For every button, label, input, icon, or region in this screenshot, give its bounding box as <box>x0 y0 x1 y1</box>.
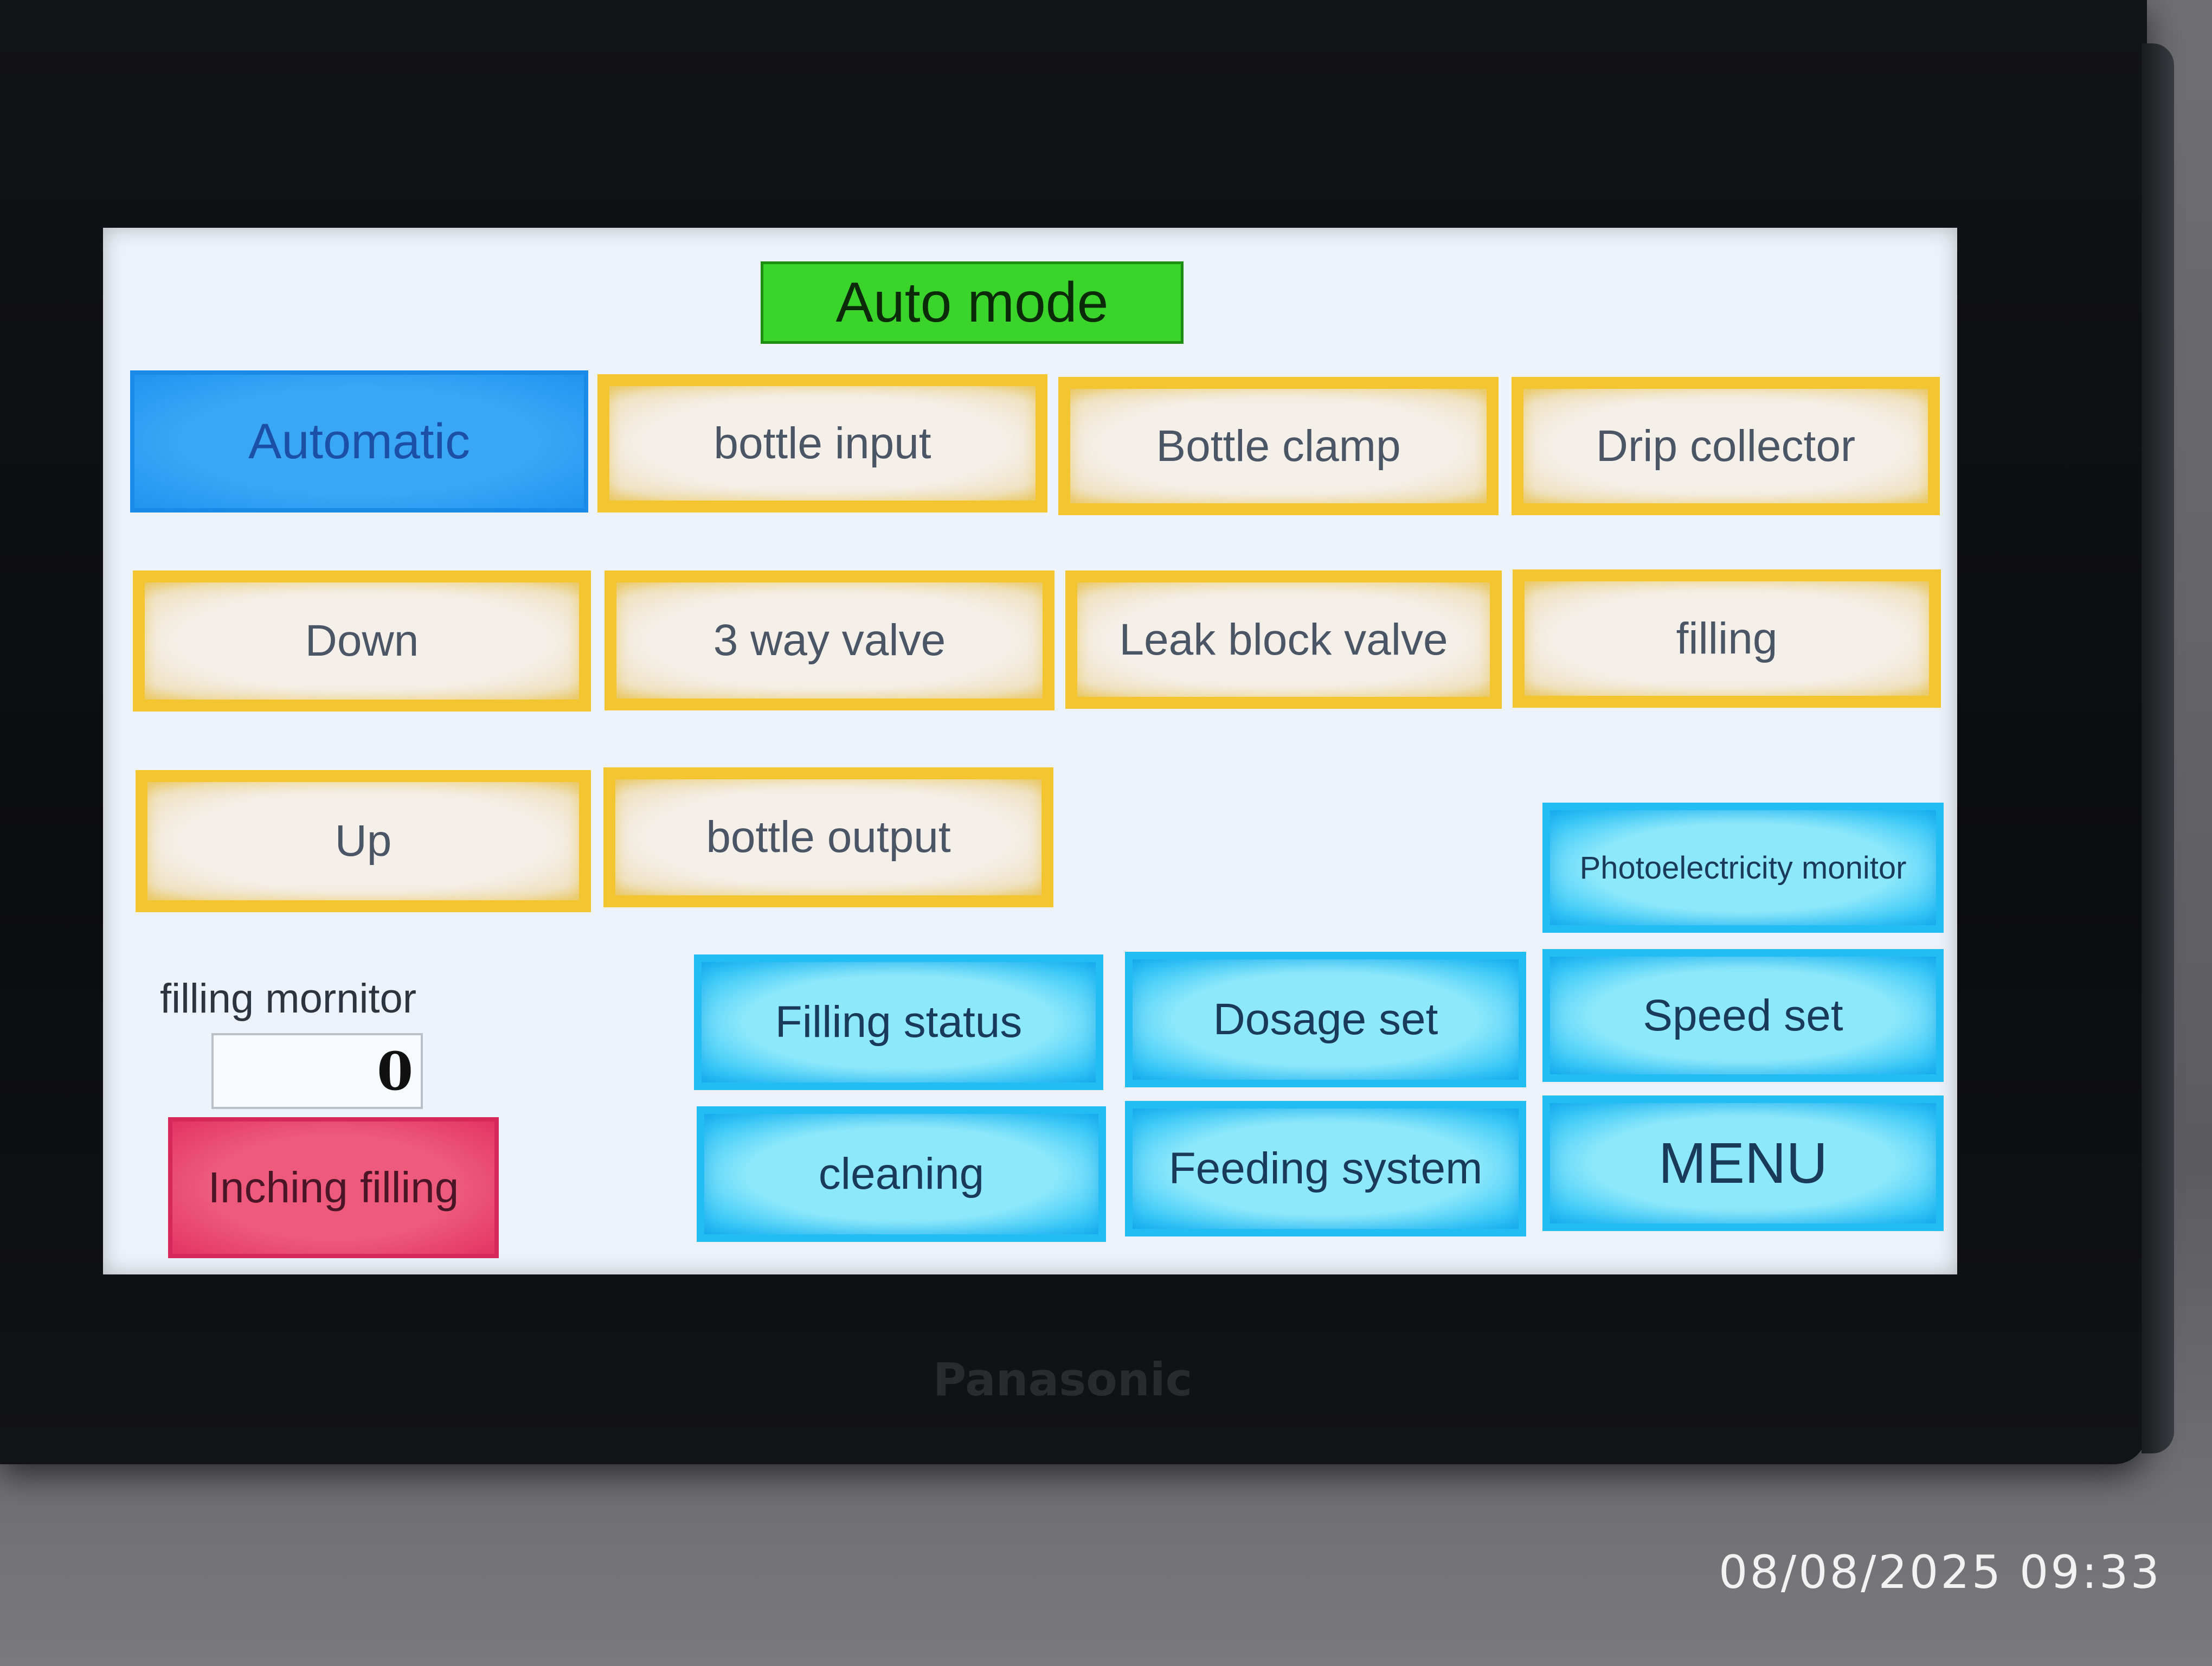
down-button[interactable]: Down <box>133 571 591 712</box>
filling-monitor-value: 0 <box>211 1033 423 1109</box>
three-way-valve-button[interactable]: 3 way valve <box>605 571 1054 710</box>
bottle-output-button[interactable]: bottle output <box>603 767 1053 907</box>
inching-filling-button[interactable]: Inching filling <box>168 1117 499 1258</box>
filling-status-button[interactable]: Filling status <box>694 954 1103 1090</box>
menu-button[interactable]: MENU <box>1542 1095 1944 1231</box>
hmi-screen: Auto mode Automatic bottle input Bottle … <box>103 228 1957 1274</box>
up-button[interactable]: Up <box>136 770 591 912</box>
mode-indicator: Auto mode <box>761 261 1184 344</box>
drip-collector-button[interactable]: Drip collector <box>1512 377 1940 515</box>
filling-monitor-label: filling mornitor <box>160 976 417 1022</box>
brand-logo: Panasonic <box>933 1353 1193 1406</box>
feeding-system-button[interactable]: Feeding system <box>1125 1101 1526 1236</box>
filling-button[interactable]: filling <box>1513 569 1941 708</box>
automatic-button[interactable]: Automatic <box>130 370 588 512</box>
dosage-set-button[interactable]: Dosage set <box>1125 952 1526 1087</box>
bottle-input-button[interactable]: bottle input <box>597 374 1047 512</box>
photo-timestamp: 08/08/2025 09:33 <box>1719 1546 2162 1599</box>
bottle-clamp-button[interactable]: Bottle clamp <box>1058 377 1499 515</box>
cleaning-button[interactable]: cleaning <box>697 1106 1106 1242</box>
leak-block-valve-button[interactable]: Leak block valve <box>1065 571 1502 709</box>
speed-set-button[interactable]: Speed set <box>1542 949 1944 1082</box>
hmi-bezel-edge <box>2142 43 2174 1453</box>
photoelectricity-monitor-button[interactable]: Photoelectricity monitor <box>1542 803 1944 933</box>
